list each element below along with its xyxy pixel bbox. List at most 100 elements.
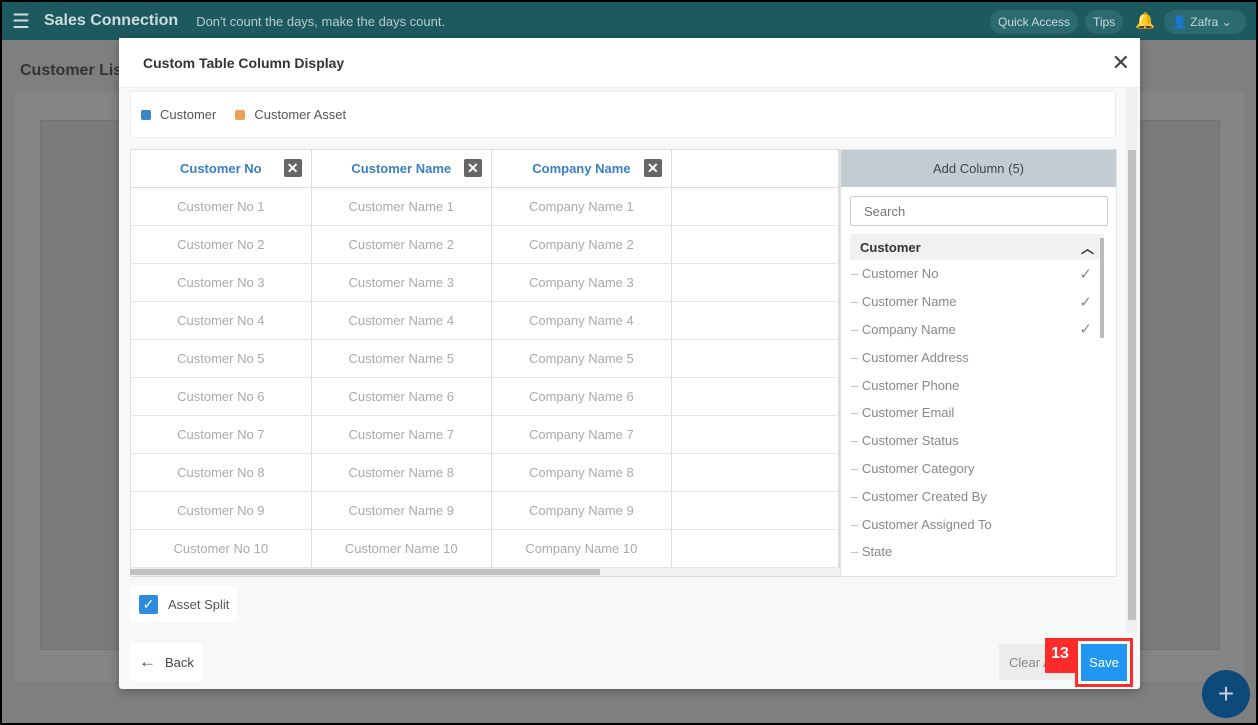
- column-option[interactable]: Company Name ✓: [851, 316, 1116, 344]
- table-cell: Customer Name 9: [311, 491, 492, 530]
- table-cell: Customer No 4: [131, 301, 312, 340]
- column-header: Company Name ✕: [491, 150, 672, 188]
- preview-table: Customer No ✕ Customer Name ✕ Company Name ✕ …: [130, 149, 840, 577]
- table-cell: Customer No 2: [131, 225, 312, 264]
- table-cell: Customer Name 1: [311, 187, 492, 226]
- modal-title: Custom Table Column Display: [119, 38, 1140, 88]
- table-cell: Company Name 8: [491, 453, 672, 492]
- column-option-label: Customer Category: [851, 461, 975, 476]
- table-cell: Company Name 2: [491, 225, 672, 264]
- top-bar: ☰ Sales Connection Don't count the days,…: [2, 2, 1256, 40]
- column-search-input[interactable]: [850, 196, 1108, 226]
- table-cell: Customer Name 8: [311, 453, 492, 492]
- column-option[interactable]: Customer Created By: [851, 482, 1116, 510]
- column-header: Customer No ✕: [131, 150, 312, 188]
- remove-column-icon[interactable]: ✕: [463, 159, 482, 177]
- table-row: Customer No 6 Customer Name 6 Company Name…: [131, 377, 839, 416]
- chevron-down-icon: ⌄: [1221, 15, 1232, 29]
- column-option[interactable]: State: [851, 538, 1116, 566]
- table-cell: Company Name 1: [491, 187, 672, 226]
- column-header: Customer Name ✕: [311, 150, 492, 188]
- save-button[interactable]: Save: [1081, 644, 1127, 681]
- legend-label: Customer: [160, 107, 217, 122]
- table-row: Customer No 9 Customer Name 9 Company Name…: [131, 491, 839, 530]
- table-row: Customer No 1 Customer Name 1 Company Name…: [131, 187, 839, 226]
- table-cell: Customer Name 10: [311, 529, 492, 568]
- column-option-label: Customer No: [851, 266, 939, 281]
- column-option-label: Customer Assigned To: [851, 517, 992, 532]
- remove-column-icon[interactable]: ✕: [643, 159, 662, 177]
- column-option[interactable]: Customer No ✓: [851, 260, 1116, 288]
- table-cell: Customer Name 4: [311, 301, 492, 340]
- column-option-label: Customer Address: [851, 350, 969, 365]
- table-cell: Company Name 10: [491, 529, 672, 568]
- legend: Customer Customer Asset: [130, 91, 1116, 138]
- table-cell: Customer No 7: [131, 415, 312, 454]
- remove-column-icon[interactable]: ✕: [283, 159, 302, 177]
- table-row: Customer No 2 Customer Name 2 Company Name…: [131, 225, 839, 264]
- table-cell: [671, 453, 839, 492]
- table-cell: Customer No 6: [131, 377, 312, 416]
- check-icon: ✓: [1079, 265, 1092, 283]
- save-highlight: Save: [1075, 638, 1133, 687]
- table-cell: [671, 491, 839, 530]
- table-row: Customer No 3 Customer Name 3 Company Name…: [131, 263, 839, 302]
- custom-column-modal: Custom Table Column Display ✕ Customer C…: [119, 38, 1140, 689]
- group-header-customer[interactable]: Customer ︿: [850, 234, 1104, 260]
- close-icon[interactable]: ✕: [1112, 50, 1130, 76]
- column-option-label: Customer Name: [851, 294, 957, 309]
- column-option[interactable]: Customer Address: [851, 343, 1116, 371]
- back-button[interactable]: ← Back: [130, 643, 203, 681]
- column-list-scrollbar[interactable]: [1100, 238, 1104, 338]
- tagline: Don't count the days, make the days coun…: [196, 13, 446, 29]
- back-label: Back: [165, 654, 194, 670]
- quick-access-button[interactable]: Quick Access: [990, 10, 1079, 34]
- table-cell: Customer No 5: [131, 339, 312, 378]
- column-option-label: Customer Phone: [851, 378, 960, 393]
- column-header: [671, 150, 839, 188]
- column-option[interactable]: Customer Phone: [851, 371, 1116, 399]
- user-menu[interactable]: 👤 Zafra ⌄: [1164, 10, 1246, 34]
- column-option[interactable]: Customer Assigned To: [851, 510, 1116, 538]
- table-cell: Customer No 10: [131, 529, 312, 568]
- step-badge: 13: [1045, 638, 1075, 673]
- table-cell: Customer Name 3: [311, 263, 492, 302]
- column-option-label: Customer Created By: [851, 489, 987, 504]
- asset-split-label: Asset Split: [168, 597, 230, 612]
- legend-swatch-customer: [141, 109, 151, 120]
- asset-split-checkbox[interactable]: ✓ Asset Split: [130, 586, 237, 623]
- table-cell: Company Name 4: [491, 301, 672, 340]
- user-icon: 👤: [1172, 15, 1191, 29]
- tips-button[interactable]: Tips: [1085, 10, 1124, 34]
- table-row: Customer No 4 Customer Name 4 Company Name…: [131, 301, 839, 340]
- table-cell: Company Name 5: [491, 339, 672, 378]
- table-cell: [671, 339, 839, 378]
- column-option[interactable]: Customer Name ✓: [851, 288, 1116, 316]
- column-option[interactable]: Customer Email: [851, 399, 1116, 427]
- column-option[interactable]: Customer Status: [851, 427, 1116, 455]
- column-header-label: Company Name: [532, 160, 631, 176]
- table-row: Customer No 7 Customer Name 7 Company Name…: [131, 415, 839, 454]
- brand-name: Sales Connection: [43, 12, 179, 29]
- table-cell: Customer No 3: [131, 263, 312, 302]
- group-label: Customer: [860, 239, 921, 255]
- modal-scrollbar[interactable]: [1126, 88, 1138, 633]
- table-cell: Customer Name 5: [311, 339, 492, 378]
- add-fab-button[interactable]: +: [1202, 670, 1250, 718]
- app-frame: ☰ Sales Connection Don't count the days,…: [2, 2, 1256, 723]
- column-option[interactable]: Customer Category: [851, 455, 1116, 483]
- table-cell: Customer Name 2: [311, 225, 492, 264]
- table-horizontal-scrollbar[interactable]: [130, 568, 840, 576]
- table-cell: Company Name 9: [491, 491, 672, 530]
- table-cell: [671, 263, 839, 302]
- table-cell: Company Name 7: [491, 415, 672, 454]
- hamburger-menu-icon[interactable]: ☰: [12, 9, 30, 34]
- bell-icon[interactable]: 🔔: [1135, 11, 1155, 31]
- column-option-label: State: [851, 544, 892, 559]
- chevron-up-icon: ︿: [1080, 240, 1094, 256]
- table-cell: Customer Name 7: [311, 415, 492, 454]
- table-cell: [671, 529, 839, 568]
- table-cell: [671, 415, 839, 454]
- table-cell: Customer No 8: [131, 453, 312, 492]
- table-row: Customer No 10 Customer Name 10 Company Na…: [131, 529, 839, 568]
